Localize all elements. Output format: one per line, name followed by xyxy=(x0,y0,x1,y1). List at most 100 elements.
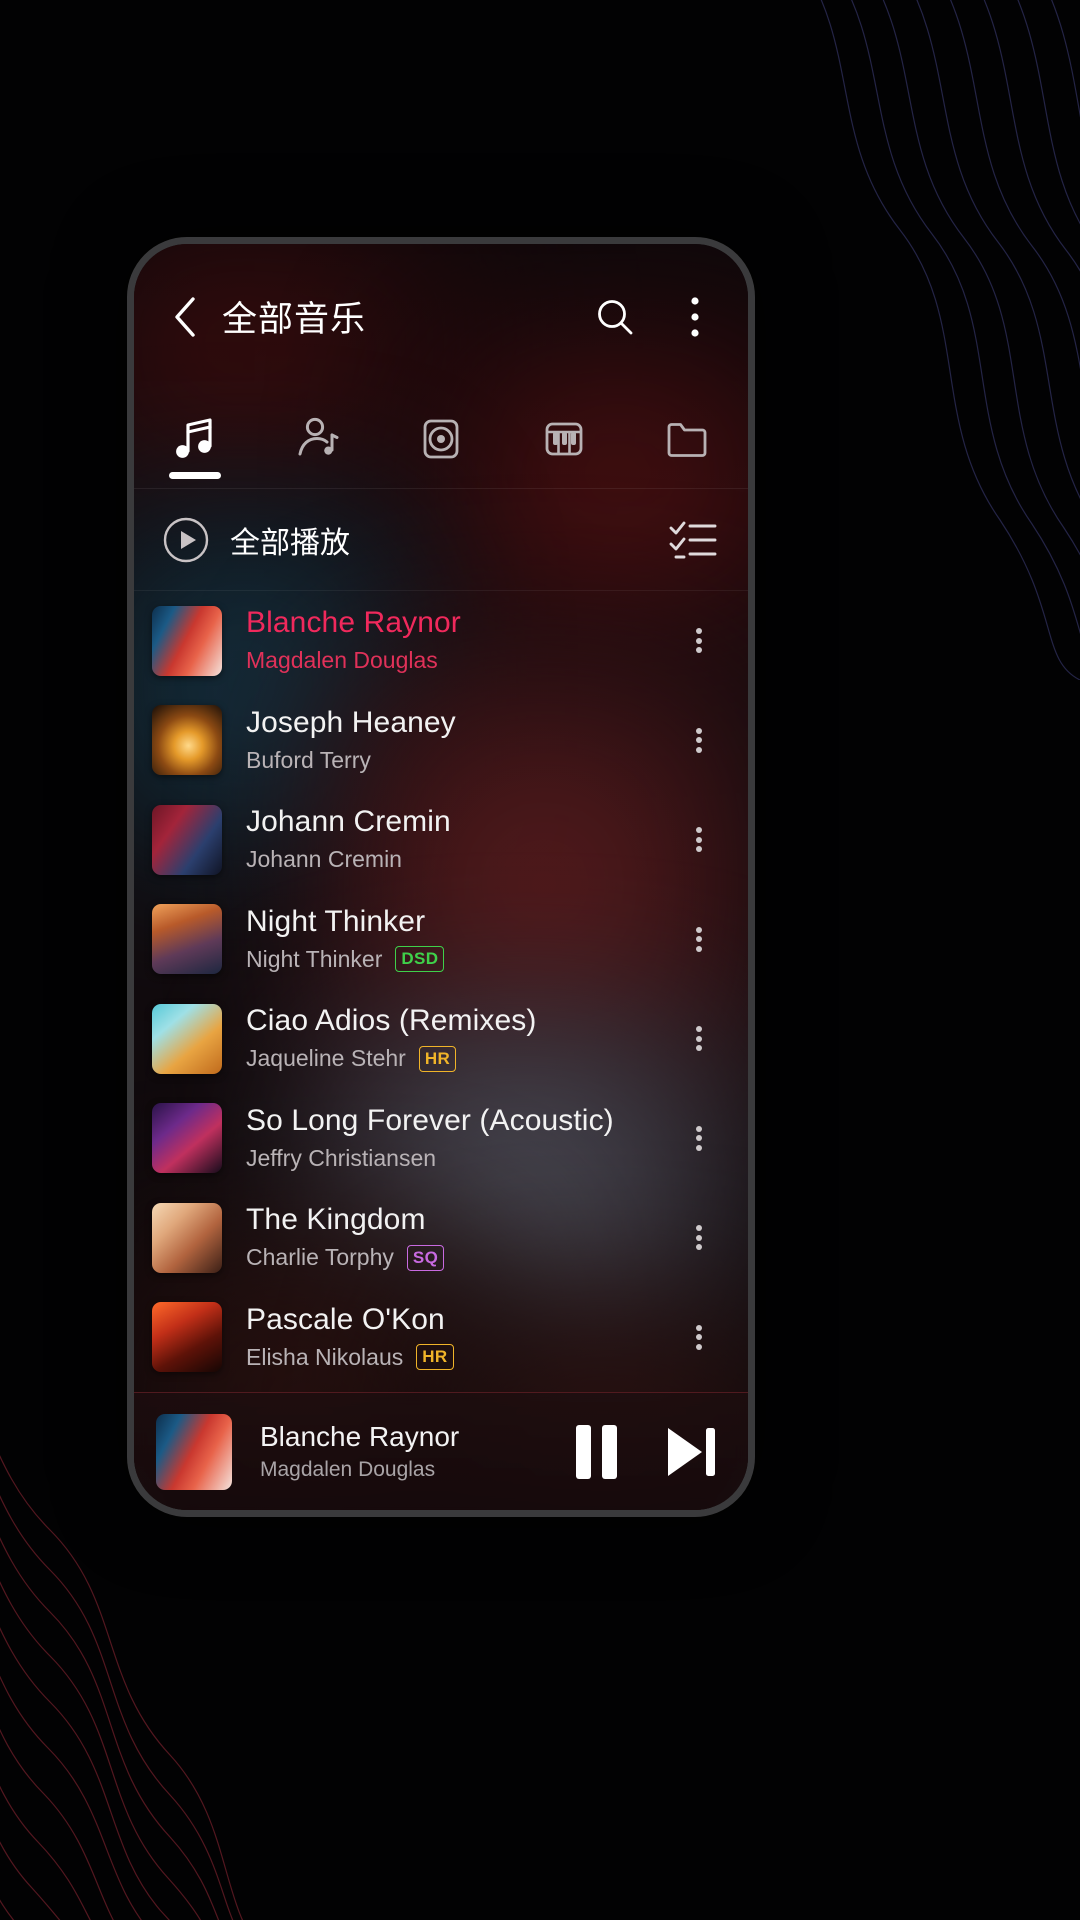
song-meta: Night Thinker Night Thinker DSD xyxy=(246,904,672,975)
tab-songs[interactable] xyxy=(134,389,257,488)
now-playing-title: Blanche Raynor xyxy=(260,1421,460,1452)
song-overflow-button[interactable] xyxy=(672,611,726,671)
song-subline: Night Thinker DSD xyxy=(246,944,672,975)
song-artist: Buford Terry xyxy=(246,746,371,773)
album-artwork xyxy=(152,1202,222,1273)
quality-badge: SQ xyxy=(406,1244,445,1271)
artist-icon xyxy=(298,417,339,455)
skip-next-icon xyxy=(668,1427,715,1476)
song-overflow-button[interactable] xyxy=(672,710,726,770)
overflow-menu-button[interactable] xyxy=(672,294,718,340)
song-overflow-button[interactable] xyxy=(672,1307,726,1367)
tab-folders[interactable] xyxy=(625,389,748,488)
more-vertical-icon xyxy=(696,1222,702,1254)
chevron-left-icon xyxy=(175,296,195,337)
song-subline: Jeffry Christiansen xyxy=(246,1143,672,1174)
more-vertical-icon xyxy=(696,1321,702,1353)
more-vertical-icon xyxy=(696,1023,702,1055)
song-title: Joseph Heaney xyxy=(246,705,456,739)
song-list-item[interactable]: Johann Cremin Johann Cremin xyxy=(134,790,748,890)
song-title: So Long Forever (Acoustic) xyxy=(246,1103,614,1137)
music-note-icon xyxy=(176,417,212,458)
song-subline: Johann Cremin xyxy=(246,844,672,875)
more-vertical-icon xyxy=(696,923,702,955)
song-artist: Charlie Torphy xyxy=(246,1244,394,1271)
piano-keys-icon xyxy=(545,422,583,455)
song-subline: Buford Terry xyxy=(246,745,672,776)
folder-icon xyxy=(667,422,706,457)
song-meta: Blanche Raynor Magdalen Douglas xyxy=(246,605,672,676)
more-vertical-icon xyxy=(696,1122,702,1154)
header-actions xyxy=(592,294,718,340)
tab-genres[interactable] xyxy=(502,389,625,488)
checklist-icon xyxy=(669,521,717,558)
tab-albums[interactable] xyxy=(380,389,503,488)
album-artwork xyxy=(152,1302,222,1373)
quality-badge: DSD xyxy=(395,946,445,973)
play-all-label: 全部播放 xyxy=(230,525,350,561)
search-button[interactable] xyxy=(592,294,638,340)
player-controls xyxy=(570,1424,718,1479)
song-list-item[interactable]: Pascale O'Kon Elisha Nikolaus HR xyxy=(134,1288,748,1388)
quality-badge: HR xyxy=(418,1045,457,1072)
song-subline: Magdalen Douglas xyxy=(246,645,672,676)
pause-icon-bar2 xyxy=(601,1424,617,1479)
song-title: Pascale O'Kon xyxy=(246,1302,445,1336)
song-list-item[interactable]: Night Thinker Night Thinker DSD xyxy=(134,890,748,990)
song-title: Blanche Raynor xyxy=(246,606,461,640)
album-disc-icon xyxy=(423,419,459,458)
song-meta: The Kingdom Charlie Torphy SQ xyxy=(246,1202,672,1273)
song-list-item[interactable]: The Kingdom Charlie Torphy SQ xyxy=(134,1188,748,1288)
song-subline: Elisha Nikolaus HR xyxy=(246,1342,672,1373)
song-artist: Elisha Nikolaus xyxy=(246,1343,404,1370)
song-subline: Charlie Torphy SQ xyxy=(246,1242,672,1273)
more-vertical-icon xyxy=(696,625,702,657)
song-title: The Kingdom xyxy=(246,1203,426,1237)
album-artwork xyxy=(152,1103,222,1174)
album-artwork xyxy=(152,904,222,975)
song-artist: Jeffry Christiansen xyxy=(246,1144,437,1171)
song-overflow-button[interactable] xyxy=(672,810,726,870)
pause-button[interactable] xyxy=(570,1424,622,1479)
song-artist: Jaqueline Stehr xyxy=(246,1045,406,1072)
album-artwork xyxy=(152,705,222,776)
song-meta: So Long Forever (Acoustic) Jeffry Christi… xyxy=(246,1103,672,1174)
song-list[interactable]: Blanche Raynor Magdalen Douglas Joseph Hea… xyxy=(134,591,748,1392)
more-vertical-icon xyxy=(691,296,699,337)
song-meta: Ciao Adios (Remixes) Jaqueline Stehr HR xyxy=(246,1003,672,1074)
song-title: Night Thinker xyxy=(246,904,426,938)
song-list-item[interactable]: So Long Forever (Acoustic) Jeffry Christi… xyxy=(134,1089,748,1189)
play-all-row[interactable]: 全部播放 xyxy=(134,489,748,591)
pause-icon xyxy=(575,1424,591,1479)
song-meta: Pascale O'Kon Elisha Nikolaus HR xyxy=(246,1302,672,1373)
song-title: Ciao Adios (Remixes) xyxy=(246,1004,537,1038)
song-artist: Night Thinker xyxy=(246,945,383,972)
tab-active-indicator xyxy=(169,472,222,479)
category-tabs xyxy=(134,389,748,489)
album-artwork xyxy=(152,804,222,875)
album-artwork xyxy=(152,1003,222,1074)
next-button[interactable] xyxy=(662,1425,718,1479)
song-artist: Magdalen Douglas xyxy=(246,647,438,674)
multiselect-button[interactable] xyxy=(666,513,720,567)
phone-frame: 全部音乐 全部播放 Blanche Raynor Magdalen Dougla… xyxy=(127,237,755,1517)
song-list-item[interactable]: Ciao Adios (Remixes) Jaqueline Stehr HR xyxy=(134,989,748,1089)
now-playing-meta: Blanche Raynor Magdalen Douglas xyxy=(260,1421,552,1482)
song-overflow-button[interactable] xyxy=(672,909,726,969)
song-list-item[interactable]: Joseph Heaney Buford Terry xyxy=(134,691,748,791)
song-overflow-button[interactable] xyxy=(672,1108,726,1168)
quality-badge: HR xyxy=(416,1344,454,1371)
more-vertical-icon xyxy=(696,724,702,756)
now-playing-artist: Magdalen Douglas xyxy=(260,1458,436,1481)
song-overflow-button[interactable] xyxy=(672,1208,726,1268)
song-list-item[interactable]: Blanche Raynor Magdalen Douglas xyxy=(134,591,748,691)
song-meta: Johann Cremin Johann Cremin xyxy=(246,804,672,875)
song-artist: Johann Cremin xyxy=(246,846,402,873)
now-playing-artwork xyxy=(156,1413,232,1490)
tab-artists[interactable] xyxy=(257,389,380,488)
now-playing-bar[interactable]: Blanche Raynor Magdalen Douglas xyxy=(134,1392,748,1510)
phone-screen: 全部音乐 全部播放 Blanche Raynor Magdalen Dougla… xyxy=(134,244,748,1510)
play-circle-icon xyxy=(163,517,209,562)
back-button[interactable] xyxy=(164,296,206,338)
song-overflow-button[interactable] xyxy=(672,1009,726,1069)
